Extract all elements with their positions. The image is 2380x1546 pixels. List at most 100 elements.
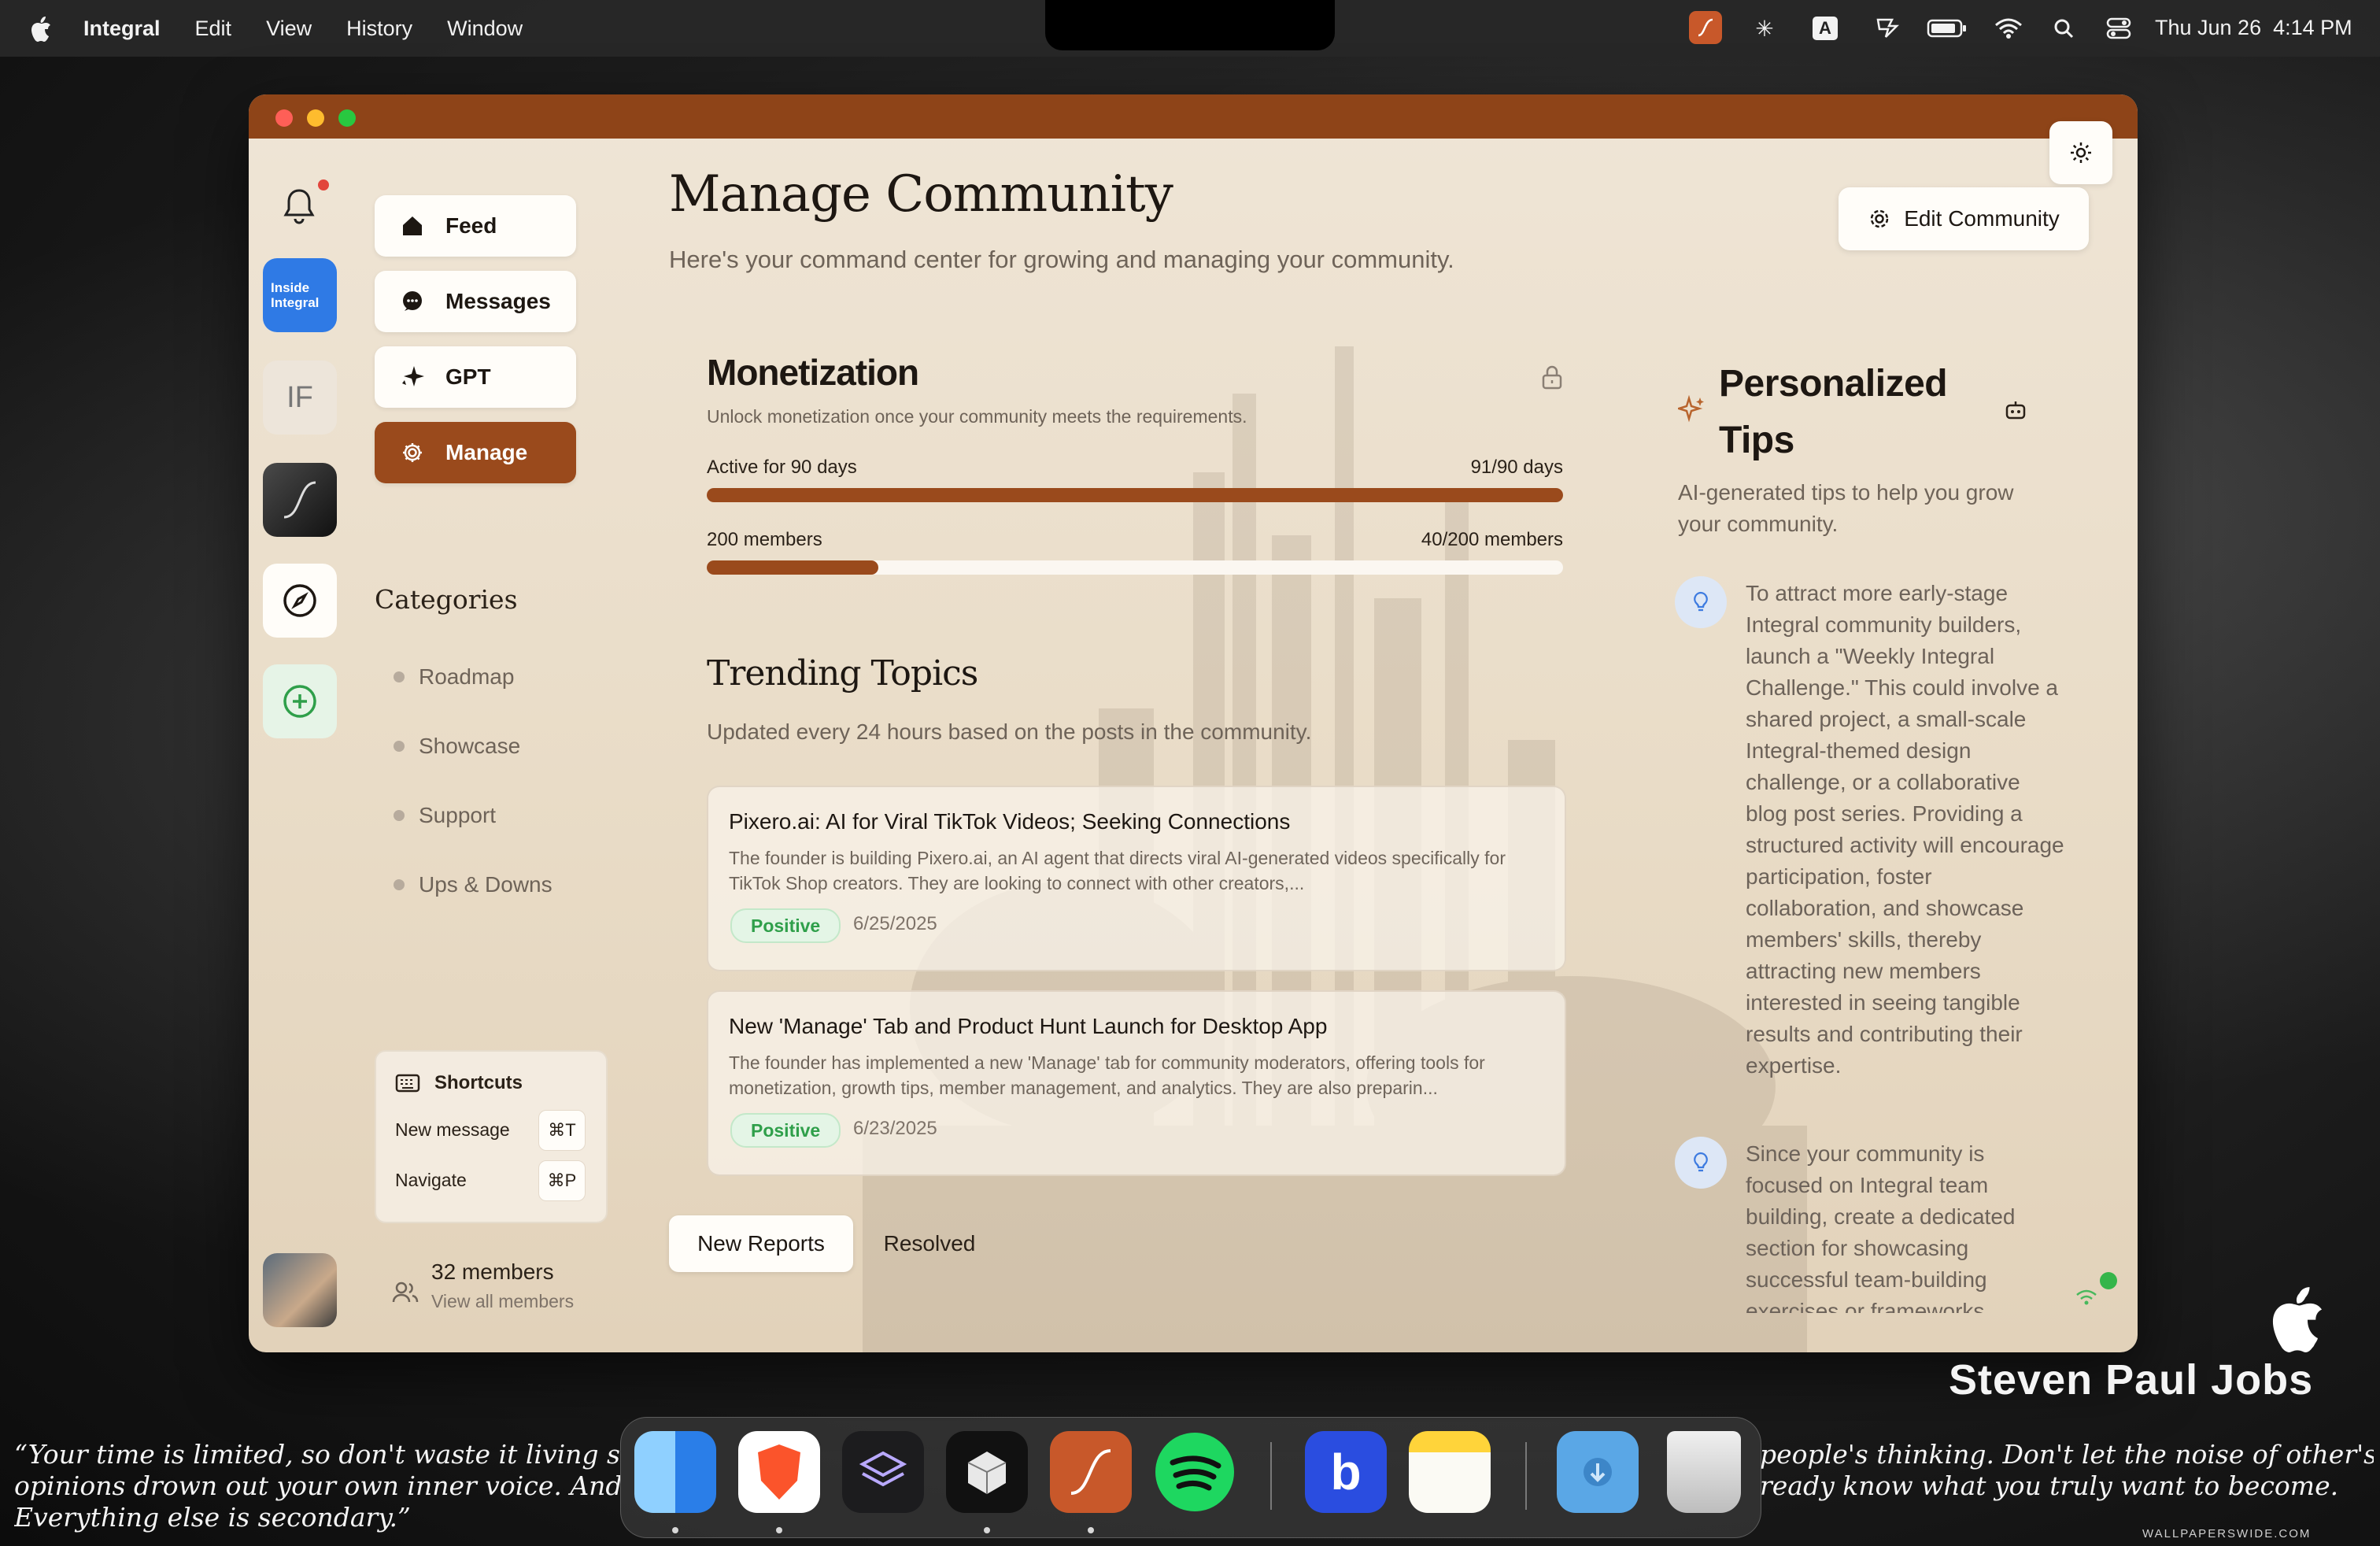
tab-new-reports-label: New Reports: [697, 1231, 825, 1256]
input-source-icon[interactable]: A: [1809, 14, 1842, 43]
camera-notch: [1045, 0, 1335, 50]
tip-text: Since your community is focused on Integ…: [1746, 1141, 2016, 1313]
menu-view[interactable]: View: [266, 17, 312, 41]
finder-icon[interactable]: [634, 1431, 716, 1513]
spotify-icon[interactable]: [1154, 1431, 1236, 1513]
shortcut-new-message-label: New message: [395, 1119, 510, 1140]
battery-icon[interactable]: [1925, 14, 1969, 43]
wallpaper-quote-left: “Your time is limited, so don't waste it…: [14, 1439, 620, 1533]
nav-manage[interactable]: Manage: [375, 422, 576, 483]
chat-bubble-icon: [398, 290, 427, 313]
requirement-days-label: Active for 90 days: [707, 457, 857, 478]
user-avatar[interactable]: [263, 1253, 337, 1327]
compass-icon: [283, 584, 316, 617]
shortcuts-heading: Shortcuts: [434, 1072, 523, 1093]
tip-text: To attract more early-stage Integral com…: [1746, 581, 2064, 1078]
bullet: [394, 671, 405, 682]
edit-community-button[interactable]: Edit Community: [1839, 187, 2089, 250]
nav-gpt[interactable]: GPT: [375, 346, 576, 408]
tab-new-reports[interactable]: New Reports: [669, 1215, 853, 1272]
search-icon[interactable]: [2049, 14, 2078, 43]
quote-line: ready know what you truly want to become…: [1760, 1470, 2339, 1501]
apple-logo-icon: [2272, 1287, 2323, 1352]
workspace-inside-label: Inside Integral: [271, 280, 320, 310]
input-source-label: A: [1813, 17, 1838, 40]
category-showcase[interactable]: Showcase: [394, 734, 520, 759]
explore-button[interactable]: [263, 564, 337, 638]
workspace-inside-integral[interactable]: Inside Integral: [263, 258, 337, 332]
integral-logo-icon: [283, 481, 316, 519]
tab-resolved[interactable]: Resolved: [870, 1215, 989, 1272]
minimize-window-button[interactable]: [307, 109, 324, 127]
menu-edit[interactable]: Edit: [195, 17, 232, 41]
wallpaper-quote-right: people's thinking. Don't let the noise o…: [1760, 1439, 2374, 1502]
requirement-days-progress: [707, 488, 1563, 502]
b-app-icon[interactable]: b: [1305, 1431, 1387, 1513]
apple-logo-icon[interactable]: [30, 15, 52, 42]
requirement-days-fill: [707, 488, 1563, 502]
tips-title: Personalized Tips: [1719, 363, 1948, 461]
topic-card[interactable]: New 'Manage' Tab and Product Hunt Launch…: [707, 990, 1566, 1176]
workspace-integral[interactable]: [263, 463, 337, 537]
category-support[interactable]: Support: [394, 803, 496, 828]
sparkle-icon: [398, 364, 427, 390]
menu-history[interactable]: History: [346, 17, 412, 41]
running-indicator: [1088, 1527, 1094, 1533]
wifi-icon: [2076, 1289, 2097, 1305]
workspace-if[interactable]: IF: [263, 361, 337, 435]
users-icon: [392, 1282, 419, 1303]
notes-icon[interactable]: [1409, 1431, 1491, 1513]
category-ups-downs[interactable]: Ups & Downs: [394, 872, 552, 897]
trash-icon[interactable]: [1667, 1431, 1741, 1513]
notifications-button[interactable]: [269, 176, 329, 236]
bot-icon: [2005, 401, 2026, 420]
requirement-days-value: 91/90 days: [1470, 457, 1563, 478]
running-indicator: [776, 1527, 782, 1533]
menu-window[interactable]: Window: [447, 17, 523, 41]
bell-icon: [283, 189, 315, 224]
downloads-folder-icon[interactable]: [1557, 1431, 1639, 1513]
add-community-button[interactable]: [263, 664, 337, 738]
integral-status-icon[interactable]: [1689, 11, 1722, 44]
page-title: Manage Community: [669, 165, 1173, 224]
theme-toggle-button[interactable]: [2049, 121, 2112, 184]
integral-app-icon[interactable]: [1050, 1431, 1132, 1513]
cube-app-icon[interactable]: [946, 1431, 1028, 1513]
close-window-button[interactable]: [275, 109, 293, 127]
categories-heading: Categories: [375, 584, 518, 615]
members-link[interactable]: 32 members View all members: [392, 1259, 628, 1322]
menu-clock[interactable]: Thu Jun 26 4:14 PM: [2155, 16, 2352, 40]
shortcut-navigate-key: ⌘P: [538, 1160, 586, 1201]
trending-title: Trending Topics: [707, 653, 978, 693]
lightbulb-icon: [1694, 591, 1708, 612]
layers-app-icon[interactable]: [842, 1431, 924, 1513]
tip-bullet: [1675, 1137, 1727, 1189]
brave-icon[interactable]: [738, 1431, 820, 1513]
shortcut-new-message-key: ⌘T: [538, 1110, 586, 1151]
quote-line: people's thinking. Don't let the noise o…: [1760, 1439, 2374, 1470]
requirement-members-fill: [707, 560, 878, 575]
view-all-members[interactable]: View all members: [431, 1291, 574, 1312]
quote-line: opinions drown out your own inner voice.…: [14, 1470, 620, 1501]
nav-messages[interactable]: Messages: [375, 271, 576, 332]
keyboard-icon: [395, 1074, 420, 1093]
wallpaper-watermark: WALLPAPERSWIDE.COM: [2142, 1527, 2312, 1540]
wifi-icon[interactable]: [1991, 14, 2026, 43]
menu-app-name[interactable]: Integral: [83, 17, 161, 41]
control-center-icon[interactable]: [2103, 14, 2134, 43]
category-roadmap[interactable]: Roadmap: [394, 664, 514, 690]
perplexity-icon[interactable]: ✳: [1750, 14, 1779, 43]
topic-description: The founder is building Pixero.ai, an AI…: [729, 848, 1506, 893]
running-indicator: [672, 1527, 678, 1533]
screen-tool-icon[interactable]: [1872, 14, 1903, 43]
nav-manage-label: Manage: [445, 440, 528, 464]
dock-separator: [1525, 1442, 1527, 1510]
monetization-subtitle: Unlock monetization once your community …: [707, 406, 1247, 427]
sparkle-icon: [1678, 395, 1704, 423]
tips-subtitle: AI-generated tips to help you grow your …: [1678, 480, 2014, 536]
lock-icon: [1542, 365, 1562, 390]
nav-feed[interactable]: Feed: [375, 195, 576, 257]
zoom-window-button[interactable]: [338, 109, 356, 127]
sentiment-badge: Positive: [730, 908, 841, 943]
topic-card[interactable]: Pixero.ai: AI for Viral TikTok Videos; S…: [707, 786, 1566, 971]
